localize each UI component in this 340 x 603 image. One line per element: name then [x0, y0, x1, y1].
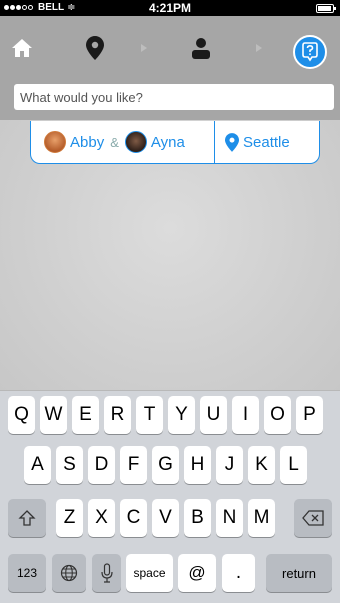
space-key[interactable]: space: [126, 554, 173, 592]
key[interactable]: M: [248, 499, 275, 537]
clock: 4:21PM: [148, 1, 192, 15]
globe-key[interactable]: [52, 554, 86, 592]
return-key[interactable]: return: [266, 554, 332, 592]
chevron-right-icon: [138, 16, 150, 80]
context-pill: Abby & Ayna Seattle: [30, 120, 320, 164]
keyboard: Q W E R T Y U I O P A S D F G H J K L Z …: [0, 390, 340, 603]
key[interactable]: G: [152, 446, 179, 484]
shift-icon: [18, 510, 36, 526]
location-pin-icon[interactable]: [80, 16, 110, 80]
nav-bar: [0, 16, 340, 80]
person-name: Ayna: [150, 133, 185, 151]
key[interactable]: Q: [8, 396, 35, 434]
numbers-key[interactable]: 123: [8, 554, 46, 592]
microphone-key[interactable]: [92, 554, 121, 592]
key[interactable]: C: [120, 499, 147, 537]
person-name: Abby: [70, 133, 105, 151]
avatar: [44, 131, 66, 153]
key[interactable]: B: [184, 499, 211, 537]
key[interactable]: Y: [168, 396, 195, 434]
key[interactable]: U: [200, 396, 227, 434]
separator: &: [110, 134, 119, 150]
location-selector[interactable]: Seattle: [215, 132, 290, 152]
person-icon[interactable]: [188, 16, 214, 80]
backspace-icon: [302, 510, 324, 526]
home-icon[interactable]: [5, 16, 39, 80]
key[interactable]: V: [152, 499, 179, 537]
key[interactable]: O: [264, 396, 291, 434]
location-label: Seattle: [243, 133, 290, 151]
key[interactable]: X: [88, 499, 115, 537]
key[interactable]: D: [88, 446, 115, 484]
key[interactable]: I: [232, 396, 259, 434]
at-key[interactable]: @: [178, 554, 216, 592]
key[interactable]: H: [184, 446, 211, 484]
location-pin-icon: [225, 132, 239, 152]
battery-icon: [316, 4, 336, 13]
key[interactable]: F: [120, 446, 147, 484]
key[interactable]: A: [24, 446, 51, 484]
status-bar: BELL ≑ 4:21PM: [0, 0, 340, 16]
key[interactable]: J: [216, 446, 243, 484]
period-key[interactable]: .: [222, 554, 255, 592]
search-bar: [0, 80, 340, 120]
search-input[interactable]: [14, 84, 334, 110]
shift-key[interactable]: [8, 499, 46, 537]
key[interactable]: P: [296, 396, 323, 434]
key[interactable]: T: [136, 396, 163, 434]
help-icon[interactable]: [293, 35, 327, 69]
key[interactable]: N: [216, 499, 243, 537]
chevron-right-icon: [253, 16, 265, 80]
people-selector[interactable]: Abby & Ayna: [31, 131, 214, 153]
globe-icon: [60, 564, 78, 582]
key[interactable]: K: [248, 446, 275, 484]
microphone-icon: [100, 563, 113, 583]
key[interactable]: E: [72, 396, 99, 434]
key[interactable]: R: [104, 396, 131, 434]
key[interactable]: L: [280, 446, 307, 484]
avatar: [124, 131, 147, 153]
key[interactable]: W: [40, 396, 67, 434]
key[interactable]: Z: [56, 499, 83, 537]
delete-key[interactable]: [294, 499, 332, 537]
key[interactable]: S: [56, 446, 83, 484]
